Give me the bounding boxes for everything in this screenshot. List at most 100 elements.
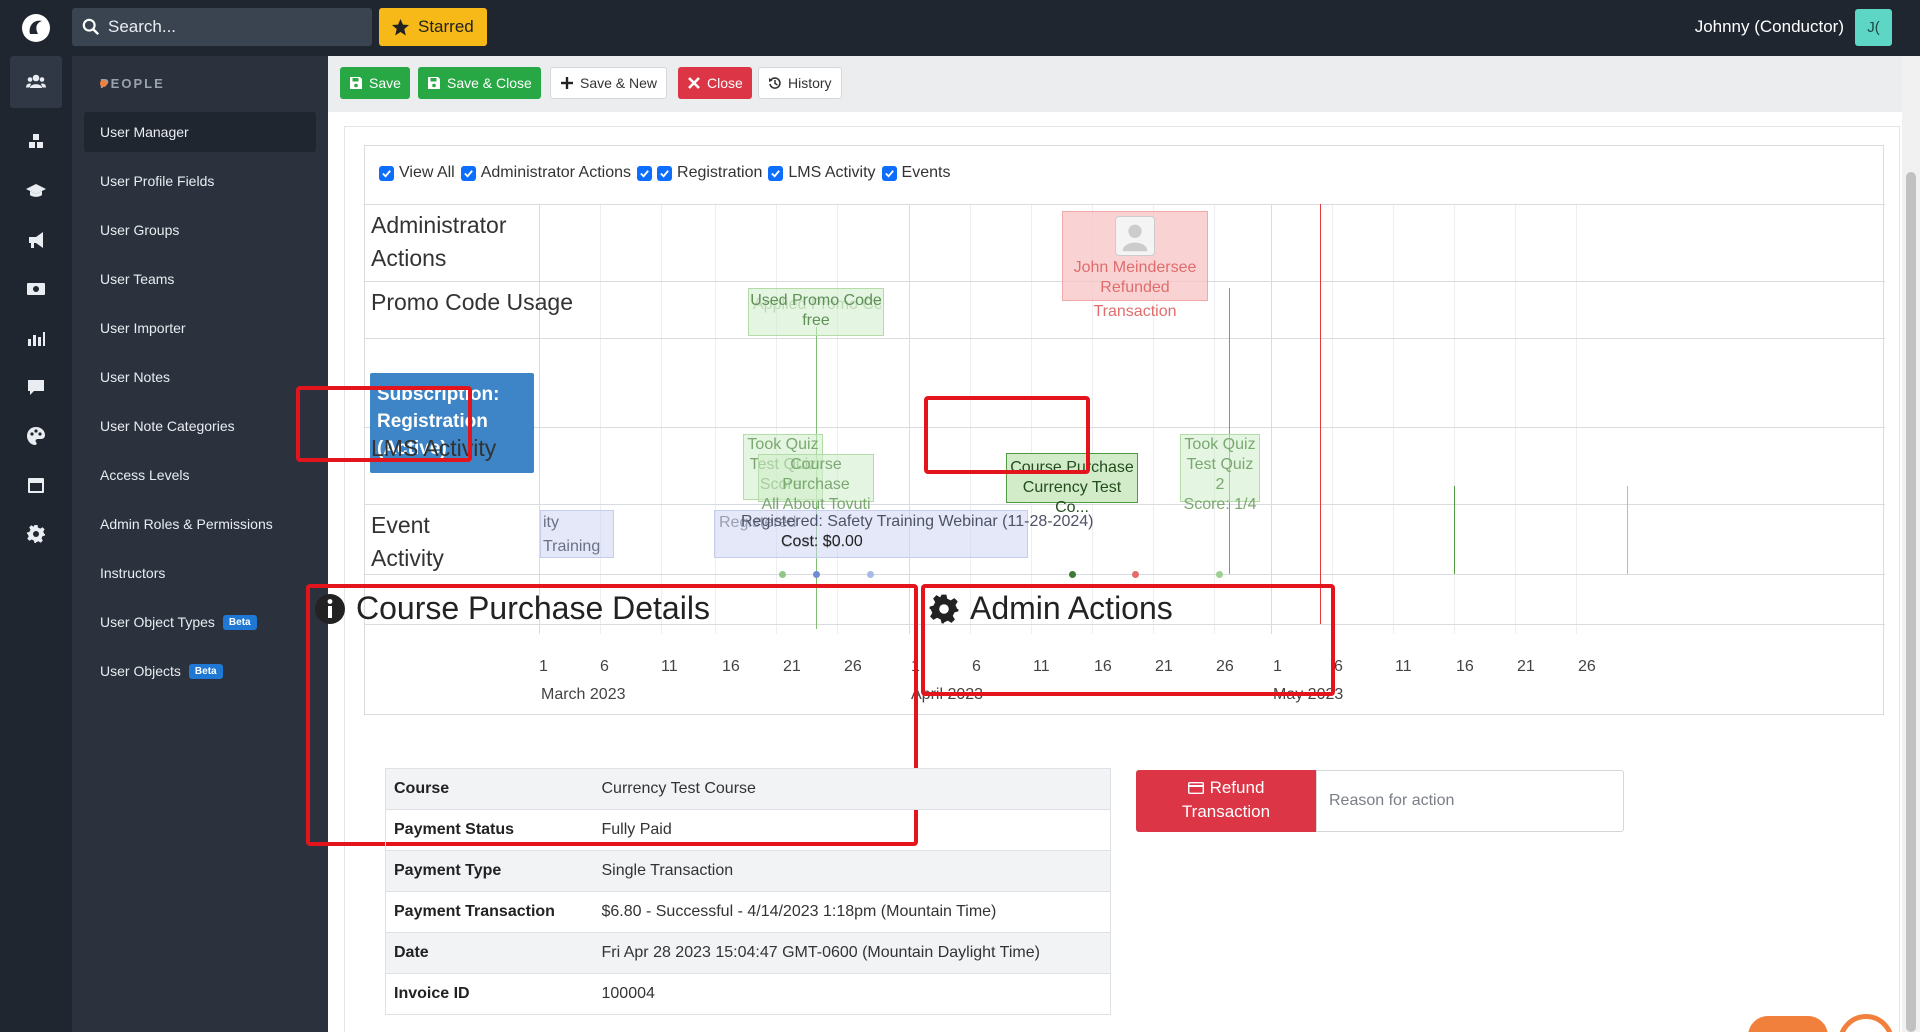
table-value: Fully Paid — [593, 809, 1111, 851]
event-dot[interactable] — [813, 571, 820, 578]
table-value: 100004 — [593, 973, 1111, 1015]
axis-tick: 16 — [1456, 658, 1474, 675]
beta-badge: Beta — [188, 663, 223, 679]
sidebar-item-label: User Groups — [100, 222, 180, 238]
reason-input[interactable]: Reason for action — [1316, 770, 1624, 832]
check-icon — [660, 169, 669, 178]
table-row: Course Currency Test Course — [385, 768, 1111, 810]
sidebar-item-user-teams[interactable]: User Teams — [84, 259, 316, 299]
graduation-cap-icon — [26, 184, 46, 197]
sidebar-item-label: User Manager — [100, 124, 189, 140]
quiz2-name: Test Quiz 2 — [1186, 456, 1254, 493]
scroll-thumb[interactable] — [1906, 172, 1916, 1032]
rail-communication[interactable] — [10, 361, 62, 413]
star-icon — [391, 18, 410, 35]
refund-transaction-button[interactable]: Refund Transaction — [1136, 770, 1316, 832]
close-button[interactable]: Close — [678, 67, 752, 99]
search-input[interactable]: Search... — [72, 8, 372, 46]
gear-icon — [27, 525, 45, 543]
sidebar-item-instructors[interactable]: Instructors — [84, 553, 316, 593]
refund-label-1: Refund — [1209, 778, 1265, 797]
event-training[interactable]: ity Training — [540, 510, 614, 558]
grid-line — [1393, 204, 1394, 634]
rail-marketing[interactable] — [10, 214, 62, 266]
users-icon — [26, 74, 46, 88]
save-new-button[interactable]: Save & New — [550, 67, 668, 99]
refund-stem — [1229, 288, 1230, 574]
history-label: History — [788, 75, 832, 91]
sidebar-item-user-objects[interactable]: User Objects Beta — [84, 651, 316, 691]
save-close-button[interactable]: Save & Close — [418, 67, 541, 99]
event-dot[interactable] — [1069, 571, 1076, 578]
rail-people[interactable] — [10, 56, 62, 108]
event-dot[interactable] — [1216, 571, 1223, 578]
rail-reports[interactable] — [10, 312, 62, 364]
events-checkbox[interactable] — [881, 165, 897, 181]
view-all-checkbox[interactable] — [379, 165, 394, 181]
rail-calendar[interactable] — [10, 459, 62, 511]
table-value: Single Transaction — [593, 850, 1111, 892]
section-label: PEOPLE — [100, 76, 165, 91]
sidebar-item-label: User Objects — [100, 663, 181, 679]
logo-icon[interactable] — [20, 12, 52, 44]
quiz2-event[interactable]: Took Quiz Test Quiz 2 Score: 1/4 — [1180, 434, 1260, 513]
rail-ecommerce[interactable] — [10, 263, 62, 315]
event-registration[interactable]: Registered: Safety Training Webinar (11-… — [741, 510, 1093, 558]
rail-settings[interactable] — [10, 508, 62, 560]
close-icon — [688, 77, 700, 89]
refund-event[interactable]: John Meindersee Refunded Transaction — [1062, 211, 1208, 320]
toolbar: Save Save & Close Save & New Close Histo… — [328, 56, 1902, 112]
starred-button[interactable]: Starred — [379, 8, 487, 46]
save-icon — [428, 77, 440, 89]
course-purchase-ghost-event[interactable]: Course Purchase All About Tovuti — [758, 454, 874, 513]
quiz2-label: Took Quiz — [1184, 436, 1256, 453]
sidebar-item-access-levels[interactable]: Access Levels — [84, 455, 316, 495]
event-dot[interactable] — [779, 571, 786, 578]
rail-learning[interactable] — [10, 165, 62, 217]
timeline-filters: View All Administrator Actions Registrat… — [379, 164, 956, 182]
avatar[interactable]: J( — [1855, 9, 1892, 46]
close-label: Close — [707, 75, 743, 91]
registration-label[interactable]: Registration — [677, 164, 762, 182]
sidebar-section-title: PEOPLE — [100, 76, 165, 91]
grid-line — [600, 204, 601, 634]
user-name[interactable]: Johnny (Conductor) — [1695, 17, 1844, 37]
scrollbar[interactable] — [1902, 56, 1920, 1032]
sidebar-item-user-note-categories[interactable]: User Note Categories — [84, 406, 316, 446]
grid-line — [1576, 204, 1577, 634]
extra-checkbox[interactable] — [637, 165, 653, 181]
admin-actions-label[interactable]: Administrator Actions — [481, 164, 631, 182]
event-dot[interactable] — [1132, 571, 1139, 578]
registration-checkbox[interactable] — [657, 165, 673, 181]
view-all-label[interactable]: View All — [399, 164, 455, 182]
sidebar-item-user-importer[interactable]: User Importer — [84, 308, 316, 348]
event-dot[interactable] — [867, 571, 874, 578]
icon-rail — [0, 56, 72, 1032]
lms-activity-checkbox[interactable] — [768, 165, 784, 181]
label-column-divider — [539, 204, 540, 634]
sidebar-item-user-object-types[interactable]: User Object Types Beta — [84, 602, 316, 642]
sidebar-item-user-notes[interactable]: User Notes — [84, 357, 316, 397]
sidebar-item-label: Admin Roles & Permissions — [100, 516, 273, 532]
check-icon — [640, 169, 649, 178]
admin-actions-checkbox[interactable] — [460, 165, 476, 181]
rail-design[interactable] — [10, 410, 62, 462]
axis-tick: 6 — [1334, 658, 1343, 675]
lms-activity-label[interactable]: LMS Activity — [788, 164, 875, 182]
sidebar-item-user-manager[interactable]: User Manager — [84, 112, 316, 152]
promo-event[interactable]: Applied Promo Code Used Promo Code free — [748, 288, 884, 336]
sidebar-item-user-groups[interactable]: User Groups — [84, 210, 316, 250]
grid-line — [661, 204, 662, 634]
starred-label: Starred — [418, 17, 474, 36]
events-label[interactable]: Events — [902, 164, 951, 182]
rail-content[interactable] — [10, 116, 62, 168]
help-button[interactable] — [1748, 1016, 1828, 1032]
save-button[interactable]: Save — [340, 67, 410, 99]
table-row: Date Fri Apr 28 2023 15:04:47 GMT-0600 (M… — [385, 932, 1111, 974]
history-button[interactable]: History — [758, 67, 842, 99]
sidebar-item-admin-roles[interactable]: Admin Roles & Permissions — [84, 504, 316, 544]
sidebar-item-user-profile-fields[interactable]: User Profile Fields — [84, 161, 316, 201]
table-key: Invoice ID — [385, 973, 594, 1015]
table-value: Fri Apr 28 2023 15:04:47 GMT-0600 (Mount… — [593, 932, 1111, 974]
palette-icon — [27, 427, 45, 445]
